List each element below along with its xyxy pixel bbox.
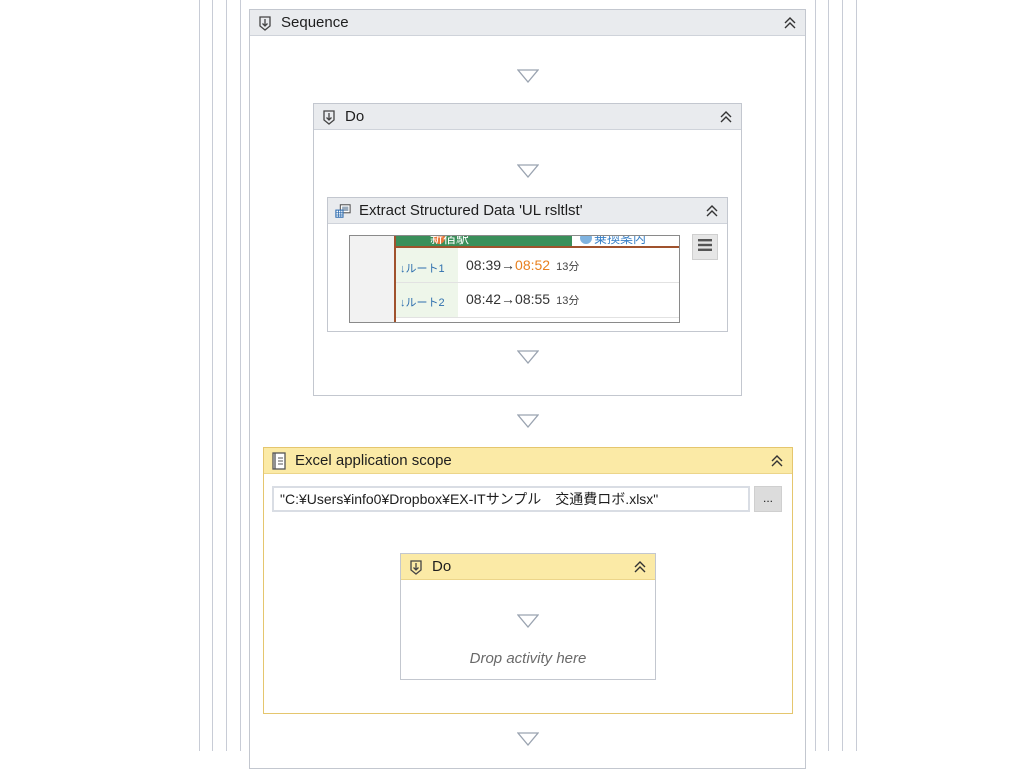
collapse-chevron-icon[interactable] [631,558,649,576]
extract-preview-image: 新宿駅 乗換案内 ↓ルート1 08:39→08:52 13分 ↓ルート2 08:4… [349,235,680,323]
drop-target-arrow-icon[interactable] [517,732,539,746]
preview-tab-blue: 乗換案内 [572,236,679,246]
preview-route-label: ↓ルート1 [400,263,445,275]
drop-target-arrow-icon[interactable] [517,614,539,628]
do-outer-header[interactable]: Do [314,104,741,130]
collapse-chevron-icon[interactable] [781,14,799,32]
preview-route-label: ↓ルート2 [400,297,445,309]
preview-tab-green: 新宿駅 [396,236,572,246]
collapse-chevron-icon[interactable] [717,108,735,126]
do-inner-header[interactable]: Do [401,554,655,580]
sequence-icon [408,559,424,575]
extract-options-menu-button[interactable] [692,234,718,260]
sequence-icon [257,15,273,31]
excel-title: Excel application scope [295,452,452,469]
drop-activity-hint[interactable]: Drop activity here [401,650,655,667]
drop-target-arrow-icon[interactable] [517,414,539,428]
table-extract-icon [335,203,351,219]
sequence-activity[interactable]: Sequence Do Extract Structured Data 'UL … [249,9,806,769]
drop-target-arrow-icon[interactable] [517,164,539,178]
do-inner-title: Do [432,558,452,575]
excel-book-icon [271,451,287,470]
collapse-chevron-icon[interactable] [703,202,721,220]
drop-target-arrow-icon[interactable] [517,350,539,364]
do-inner-activity[interactable]: Do Drop activity here [400,553,656,680]
workbook-path-input[interactable]: "C:¥Users¥info0¥Dropbox¥EX-ITサンプル 交通費ロボ.… [272,486,750,512]
extract-structured-data-activity[interactable]: Extract Structured Data 'UL rsltlst' 新宿駅… [327,197,728,332]
excel-header[interactable]: Excel application scope [264,448,792,474]
preview-time: 08:42→08:55 13分 [466,291,580,307]
drop-target-arrow-icon[interactable] [517,69,539,83]
do-outer-activity[interactable]: Do Extract Structured Data 'UL rsltlst' [313,103,742,396]
do-outer-title: Do [345,108,365,125]
excel-application-scope-activity[interactable]: Excel application scope "C:¥Users¥info0¥… [263,447,793,714]
sequence-title: Sequence [281,14,349,31]
hamburger-menu-icon [697,238,713,257]
extract-title: Extract Structured Data 'UL rsltlst' [359,202,583,219]
sequence-icon [321,109,337,125]
collapse-chevron-icon[interactable] [768,452,786,470]
preview-time: 08:39→08:52 13分 [466,257,580,273]
extract-header[interactable]: Extract Structured Data 'UL rsltlst' [328,198,727,224]
browse-button[interactable]: ... [754,486,782,512]
sequence-header[interactable]: Sequence [250,10,805,36]
